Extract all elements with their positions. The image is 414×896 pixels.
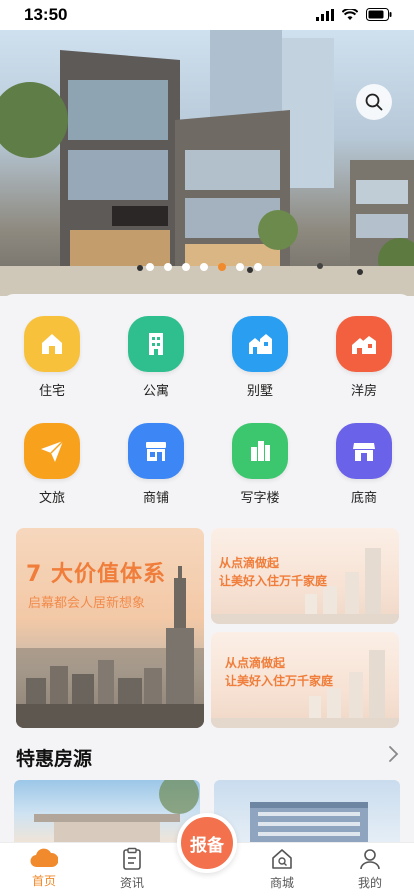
search-button[interactable]: [356, 84, 392, 120]
promo-large-title: 7 大价值体系: [26, 562, 166, 587]
shop-icon: [128, 423, 184, 479]
tab-news[interactable]: 资讯: [102, 847, 162, 891]
storefront-icon: [336, 423, 392, 479]
category-grid: 住宅 公寓 别墅 洋房 文旅 商铺 写字楼 底商: [0, 316, 414, 506]
tab-label: 商城: [269, 876, 294, 890]
carousel-dot[interactable]: [200, 263, 208, 271]
tab-mall[interactable]: 商城: [252, 847, 312, 891]
promo-small-line2: 让美好入住万千家庭: [225, 674, 334, 688]
listing-image: [250, 802, 368, 842]
promo-large-subtitle: 启幕都会人居新想象: [28, 596, 146, 611]
tab-label: 首页: [31, 874, 56, 888]
category-label: 住宅: [38, 384, 65, 399]
category-label: 洋房: [350, 384, 377, 399]
promo-banner-small-bottom[interactable]: 从点滴做起 让美好入住万千家庭: [211, 632, 399, 728]
tab-label: 资讯: [119, 876, 144, 890]
promo-banner-large[interactable]: 7 大价值体系 启幕都会人居新想象: [16, 528, 204, 728]
carousel-dot[interactable]: [182, 263, 190, 271]
category-item-western-house[interactable]: 洋房: [312, 316, 414, 399]
battery-icon: [366, 8, 392, 21]
search-icon: [365, 93, 383, 111]
tab-label: 我的: [357, 876, 382, 890]
promo-small-line1: 从点滴做起: [225, 656, 286, 670]
chevron-right-icon[interactable]: [386, 744, 400, 764]
section-title: 特惠房源: [16, 748, 93, 770]
status-icons: [316, 8, 392, 21]
category-item-culture-tourism[interactable]: 文旅: [0, 423, 104, 506]
category-item-ground-shop[interactable]: 底商: [312, 423, 414, 506]
tab-home[interactable]: 首页: [14, 847, 74, 889]
western-house-icon: [336, 316, 392, 372]
category-label: 别墅: [246, 384, 273, 399]
mall-search-icon: [272, 849, 292, 869]
home-cloud-icon: [30, 848, 58, 868]
promo-small-line2: 让美好入住万千家庭: [219, 574, 328, 588]
paper-plane-icon: [24, 423, 80, 479]
listing-card[interactable]: [14, 780, 200, 842]
category-label: 底商: [350, 491, 377, 506]
listing-card[interactable]: [214, 780, 400, 842]
hero-banner[interactable]: [0, 30, 414, 296]
carousel-dot[interactable]: [236, 263, 244, 271]
category-item-villa[interactable]: 别墅: [208, 316, 312, 399]
category-item-office[interactable]: 写字楼: [208, 423, 312, 506]
carousel-dot[interactable]: [146, 263, 154, 271]
house-icon: [24, 316, 80, 372]
category-item-shop[interactable]: 商铺: [104, 423, 208, 506]
status-bar: 13:50: [0, 0, 414, 30]
category-label: 文旅: [38, 491, 65, 506]
profile-icon: [360, 849, 380, 870]
carousel-indicator: [146, 263, 262, 271]
carousel-dot[interactable]: [164, 263, 172, 271]
clipboard-icon: [123, 847, 141, 870]
carousel-dot[interactable]: [254, 263, 262, 271]
promo-small-line1: 从点滴做起: [219, 556, 280, 570]
apartment-icon: [128, 316, 184, 372]
report-button[interactable]: 报备: [177, 813, 237, 873]
signal-icon: [316, 8, 334, 21]
listing-image: [34, 780, 199, 842]
category-item-apartment[interactable]: 公寓: [104, 316, 208, 399]
villa-icon: [232, 316, 288, 372]
promo-banner-small-top[interactable]: 从点滴做起 让美好入住万千家庭: [211, 528, 399, 624]
carousel-dot[interactable]: [218, 263, 226, 271]
category-label: 公寓: [142, 384, 169, 399]
category-label: 写字楼: [240, 491, 280, 506]
main-content: 住宅 公寓 别墅 洋房 文旅 商铺 写字楼 底商 7 大价值体系 启幕都会人居新…: [0, 294, 414, 842]
office-building-icon: [232, 423, 288, 479]
category-item-house[interactable]: 住宅: [0, 316, 104, 399]
status-time: 13:50: [24, 5, 68, 24]
hero-image: [0, 30, 414, 296]
category-label: 商铺: [142, 491, 169, 506]
tab-bar: 首页 资讯 报备 商城 我的: [0, 813, 414, 896]
tab-profile[interactable]: 我的: [340, 847, 400, 891]
wifi-icon: [342, 8, 358, 20]
